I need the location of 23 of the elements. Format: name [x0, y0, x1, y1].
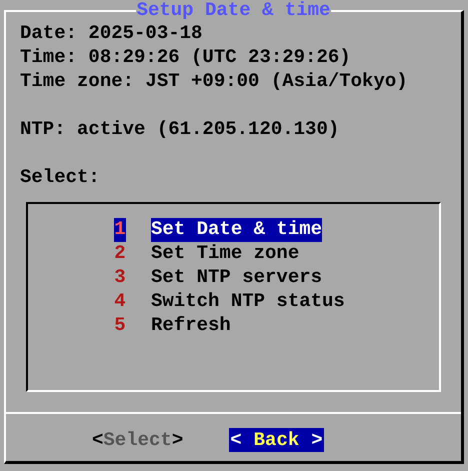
menu-item-number: 2 — [114, 242, 126, 266]
info-text: Date: 2025-03-18 — [20, 21, 204, 45]
menu-item-label: Set Time zone — [151, 242, 300, 266]
dialog-button[interactable]: < Back > — [229, 428, 324, 452]
info-text: Time: 08:29:26 (UTC 23:29:26) — [20, 45, 352, 69]
dialog-title: Setup Date & time — [136, 0, 332, 21]
menu-item-label: Refresh — [151, 314, 231, 338]
menu-item[interactable]: 2 Set Time zone — [114, 242, 439, 266]
dialog-button[interactable]: <Select> — [92, 428, 184, 452]
menu-item-number: 4 — [114, 290, 126, 314]
select-prompt: Select: — [20, 165, 101, 189]
info-text: Time zone: JST +09:00 (Asia/Tokyo) — [20, 69, 409, 93]
menu-item-label: Set Date & time — [151, 218, 322, 242]
menu-item-number: 1 — [114, 218, 126, 242]
menu-item-number: 3 — [114, 266, 126, 290]
menu-item-number: 5 — [114, 314, 126, 338]
menu-item[interactable]: 1 Set Date & time — [114, 218, 439, 242]
menu-item[interactable]: 3 Set NTP servers — [114, 266, 439, 290]
menu-item-label: Set NTP servers — [151, 266, 322, 290]
menu-item[interactable]: 5 Refresh — [114, 314, 439, 338]
menu-item-label: Switch NTP status — [151, 290, 345, 314]
menu-item[interactable]: 4 Switch NTP status — [114, 290, 439, 314]
ntp-status-text: NTP: active (61.205.120.130) — [20, 117, 340, 141]
